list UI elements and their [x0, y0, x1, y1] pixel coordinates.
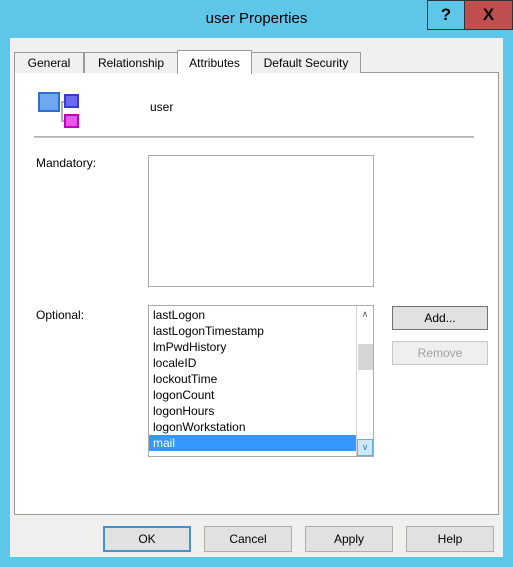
class-name-label: user: [150, 100, 174, 114]
tab-general[interactable]: General: [14, 52, 84, 73]
list-item[interactable]: lastLogon: [149, 307, 357, 323]
close-icon[interactable]: X: [465, 0, 513, 30]
properties-dialog-window: user Properties ? X General Relationship…: [0, 0, 513, 567]
optional-label: Optional:: [36, 308, 85, 322]
scroll-up-icon[interactable]: ∧: [357, 306, 373, 323]
remove-button: Remove: [392, 341, 488, 365]
caption-button-group: ? X: [427, 0, 513, 30]
tab-attributes[interactable]: Attributes: [177, 50, 252, 74]
add-button[interactable]: Add...: [392, 306, 488, 330]
ok-button[interactable]: OK: [103, 526, 191, 552]
list-item[interactable]: logonWorkstation: [149, 419, 357, 435]
help-button[interactable]: ?: [427, 0, 465, 30]
cancel-button[interactable]: Cancel: [204, 526, 292, 552]
icon-square-tertiary: [64, 114, 79, 128]
icon-square-primary: [38, 92, 60, 112]
tab-relationship[interactable]: Relationship: [84, 52, 178, 73]
mandatory-list-items: [149, 156, 357, 157]
dialog-client-area: General Relationship Attributes Default …: [10, 38, 503, 557]
header-separator: [34, 136, 474, 138]
tab-default-security[interactable]: Default Security: [251, 52, 361, 73]
list-item[interactable]: logonHours: [149, 403, 357, 419]
optional-scrollbar[interactable]: ∧ ∨: [356, 306, 373, 456]
mandatory-label: Mandatory:: [36, 156, 97, 170]
optional-list-items: lastLogon lastLogonTimestamp lmPwdHistory l…: [149, 306, 357, 451]
help-bottom-button[interactable]: Help: [406, 526, 494, 552]
scroll-down-icon[interactable]: ∨: [357, 439, 373, 456]
list-item[interactable]: mail: [149, 435, 357, 451]
mandatory-listbox[interactable]: [148, 155, 374, 287]
tab-strip: General Relationship Attributes Default …: [14, 50, 499, 74]
schema-class-icon: [36, 88, 82, 130]
icon-square-secondary: [64, 94, 79, 108]
list-item[interactable]: lockoutTime: [149, 371, 357, 387]
title-bar: user Properties ? X: [0, 0, 513, 38]
list-item[interactable]: lastLogonTimestamp: [149, 323, 357, 339]
scrollbar-thumb[interactable]: [358, 344, 373, 370]
optional-listbox[interactable]: lastLogon lastLogonTimestamp lmPwdHistory l…: [148, 305, 374, 457]
list-item[interactable]: lmPwdHistory: [149, 339, 357, 355]
list-item[interactable]: localeID: [149, 355, 357, 371]
apply-button[interactable]: Apply: [305, 526, 393, 552]
icon-connector-vertical: [61, 102, 63, 122]
list-item[interactable]: logonCount: [149, 387, 357, 403]
